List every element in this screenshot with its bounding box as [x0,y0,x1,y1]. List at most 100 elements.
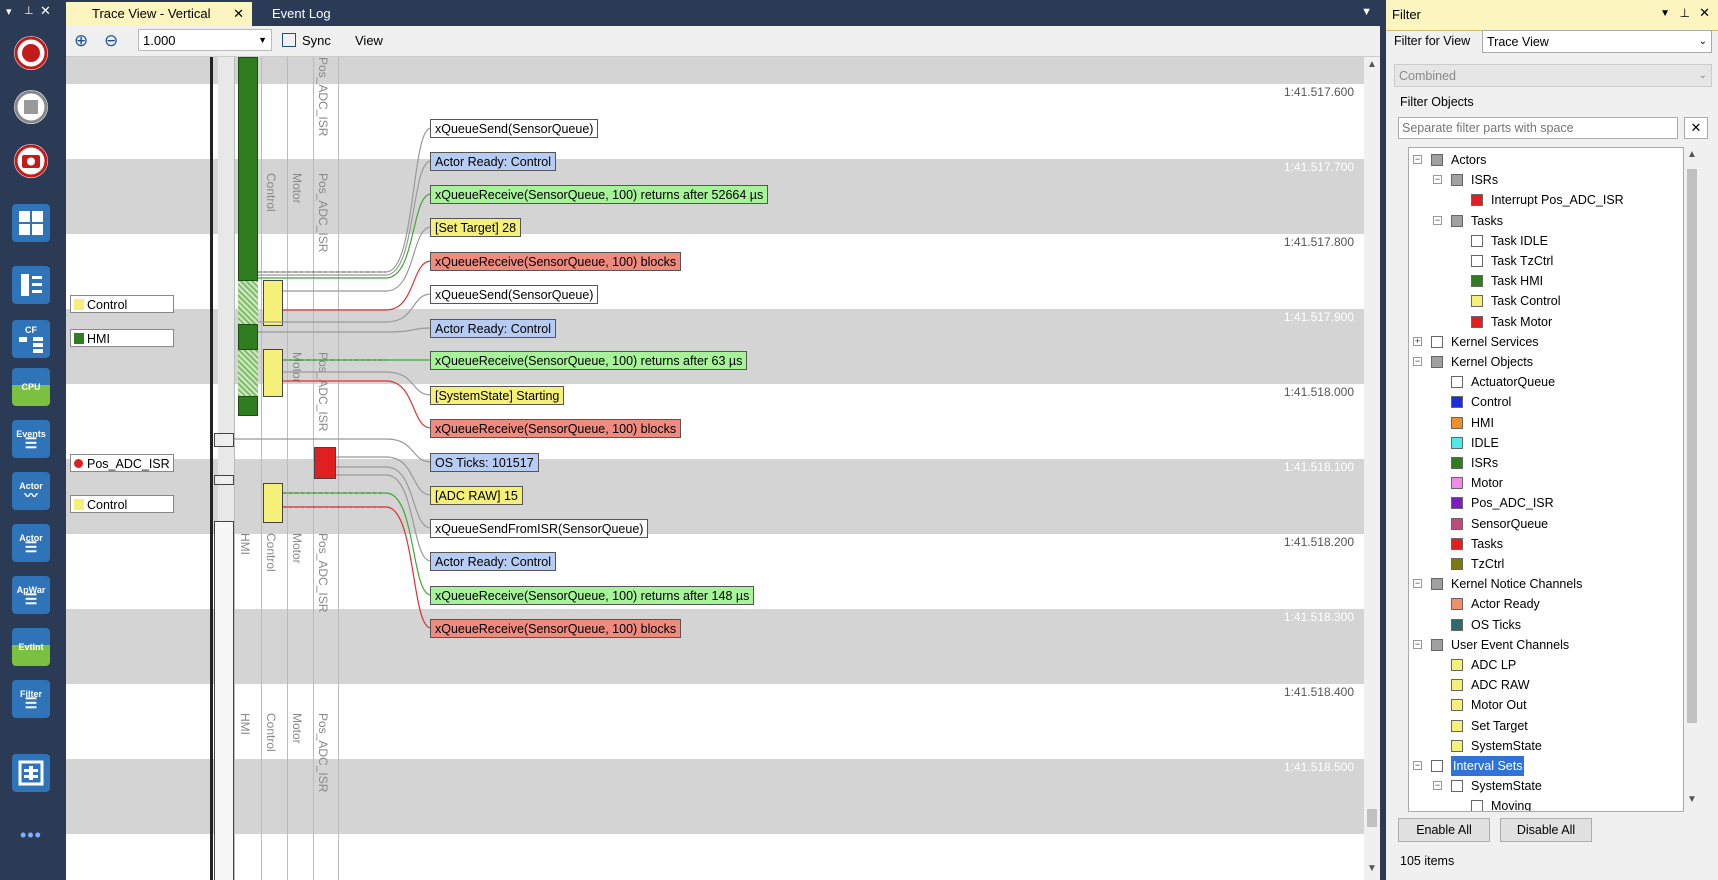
tree-item[interactable]: ISRs [1409,453,1683,473]
collapse-icon[interactable]: − [1413,761,1422,770]
tree-checkbox[interactable] [1451,618,1463,631]
tree-scrollbar[interactable]: ▲ ▼ [1684,147,1700,812]
event-label[interactable]: [ADC RAW] 15 [430,486,523,505]
tree-item[interactable]: Task TzCtrl [1409,251,1683,271]
tree-item[interactable]: − SystemState [1409,776,1683,796]
tree-item[interactable]: − User Event Channels [1409,635,1683,655]
zoom-out-icon[interactable]: ⊖ [104,31,118,51]
app-warnings-button[interactable]: ApWar ☰ [8,572,54,618]
tree-checkbox[interactable] [1431,154,1443,166]
tree-checkbox[interactable] [1431,335,1443,348]
event-label[interactable]: Actor Ready: Control [430,152,557,171]
tree-checkbox[interactable] [1471,194,1483,207]
scroll-down-icon[interactable]: ▼ [1367,863,1377,874]
tree-item[interactable]: − Interval Sets [1409,756,1683,776]
tree-checkbox[interactable] [1451,558,1463,570]
view-menu[interactable]: View [355,33,383,48]
tree-checkbox[interactable] [1451,699,1463,712]
zoom-in-icon[interactable]: ⊕ [74,31,88,51]
dashboard-button[interactable] [8,200,54,246]
tree-checkbox[interactable] [1471,275,1483,288]
snapshot-button[interactable] [8,138,54,184]
tree-item[interactable]: Set Target [1409,716,1683,736]
tree-checkbox[interactable] [1451,719,1463,732]
disable-all-button[interactable]: Disable All [1500,818,1592,842]
event-label[interactable]: OS Ticks: 101517 [430,453,539,472]
events-button[interactable]: Events ☰ [8,416,54,462]
collapse-icon[interactable]: − [1433,215,1442,225]
tree-checkbox[interactable] [1451,376,1463,389]
scroll-down-icon[interactable]: ▼ [1687,794,1697,805]
tree-item[interactable]: − Kernel Objects [1409,352,1683,372]
tree-checkbox[interactable] [1451,416,1463,429]
tree-item[interactable]: Moving [1409,796,1683,811]
filter-search-input[interactable] [1398,117,1678,139]
tree-checkbox[interactable] [1451,174,1463,187]
zoom-combo[interactable]: 1.000 ▼ [138,29,272,51]
scroll-thumb[interactable] [1367,809,1377,827]
call-flow-button[interactable]: CF [8,316,54,362]
dropdown-icon[interactable]: ▾ [6,5,12,18]
scroll-thumb[interactable] [1687,169,1697,723]
tree-item[interactable]: SystemState [1409,736,1683,756]
tree-checkbox[interactable] [1451,436,1463,449]
scroll-up-icon[interactable]: ▲ [1367,59,1377,70]
tree-item[interactable]: Task HMI [1409,271,1683,291]
tree-item[interactable]: SensorQueue [1409,514,1683,534]
pin-icon[interactable]: ⊥ [24,4,34,17]
close-icon[interactable]: ✕ [1699,5,1710,21]
tree-item[interactable]: Task Motor [1409,312,1683,332]
close-icon[interactable]: ✕ [40,3,51,19]
event-label[interactable]: xQueueSendFromISR(SensorQueue) [430,519,649,538]
event-label[interactable]: [SystemState] Starting [430,386,565,405]
tree-item[interactable]: Tasks [1409,534,1683,554]
dropdown-icon[interactable]: ▼ [1660,8,1670,19]
tree-item[interactable]: Interrupt Pos_ADC_ISR [1409,190,1683,210]
tree-checkbox[interactable] [1451,679,1463,692]
tree-checkbox[interactable] [1451,477,1463,490]
tree-item[interactable]: Pos_ADC_ISR [1409,493,1683,513]
collapse-icon[interactable]: − [1433,781,1442,791]
tree-checkbox[interactable] [1471,255,1483,267]
tab-dropdown-icon[interactable]: ▼ [1361,6,1372,18]
more-button[interactable]: ••• [8,812,54,858]
tree-item[interactable]: Task IDLE [1409,231,1683,251]
trace-canvas[interactable]: 1:41.517.600 1:41.517.700 1:41.517.800 1… [66,57,1364,880]
trace-view-button[interactable] [8,262,54,308]
tree-checkbox[interactable] [1451,739,1463,752]
enable-all-button[interactable]: Enable All [1398,818,1490,842]
tree-checkbox[interactable] [1451,517,1463,530]
tree-checkbox[interactable] [1451,497,1463,510]
combined-select[interactable]: Combined ⌄ [1394,64,1712,87]
tab-event-log[interactable]: Event Log [248,2,331,26]
tab-trace-view-vertical[interactable]: Trace View - Vertical ✕ [66,2,252,26]
tree-item[interactable]: Motor Out [1409,695,1683,715]
tree-checkbox[interactable] [1451,780,1463,793]
collapse-icon[interactable]: − [1413,579,1422,589]
tree-checkbox[interactable] [1451,396,1463,409]
filter-button[interactable]: Filter ☰ [8,676,54,722]
tree-item[interactable]: ADC RAW [1409,675,1683,695]
collapse-icon[interactable]: − [1433,175,1442,185]
tree-checkbox[interactable] [1431,578,1443,591]
tree-checkbox[interactable] [1451,598,1463,611]
actor-list-button[interactable]: Actor ☰ [8,520,54,566]
event-intervals-button[interactable]: EvtInt [8,624,54,670]
tree-checkbox[interactable] [1431,356,1443,368]
event-label[interactable]: xQueueSend(SensorQueue) [430,285,599,304]
filter-tree[interactable]: − Actors − ISRs Interrupt Pos_ADC_ISR − Tasks T… [1408,147,1684,812]
event-label[interactable]: xQueueReceive(SensorQueue, 100) blocks [430,419,682,438]
event-label[interactable]: [Set Target] 28 [430,218,522,237]
tree-checkbox[interactable] [1471,234,1483,247]
event-label[interactable]: xQueueReceive(SensorQueue, 100) blocks [430,619,682,638]
event-label[interactable]: Actor Ready: Control [430,552,557,571]
event-label[interactable]: xQueueReceive(SensorQueue, 100) returns … [430,586,755,605]
tree-item[interactable]: OS Ticks [1409,615,1683,635]
tree-item[interactable]: − Actors [1409,150,1683,170]
tree-checkbox[interactable] [1431,760,1443,772]
filter-for-view-select[interactable]: Trace View ⌄ [1482,30,1712,53]
tree-checkbox[interactable] [1471,315,1483,328]
event-label[interactable]: xQueueReceive(SensorQueue, 100) blocks [430,252,682,271]
event-label[interactable]: Actor Ready: Control [430,319,557,338]
tree-item[interactable]: HMI [1409,413,1683,433]
